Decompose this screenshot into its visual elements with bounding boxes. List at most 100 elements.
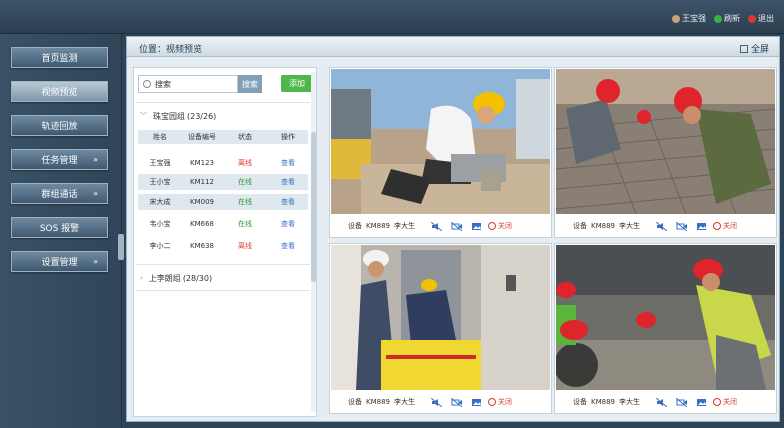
video-toolbar: 设备 KM889 李大生 关闭 (555, 215, 776, 237)
cell-id: KM638 (190, 242, 214, 250)
search-input[interactable]: 搜索 (138, 75, 238, 93)
image-icon[interactable] (696, 398, 707, 407)
divider (136, 264, 310, 265)
device-id: KM889 (366, 222, 390, 230)
nav-item-sos-alarm[interactable]: SOS 报警 (11, 217, 108, 238)
scrollbar[interactable] (311, 72, 316, 412)
view-link[interactable]: 查看 (268, 241, 308, 251)
table-row[interactable]: 宋大成 KM009 在线 查看 (138, 194, 308, 210)
device-label: 设备 (573, 398, 587, 406)
view-link[interactable]: 查看 (268, 197, 308, 207)
camera-off-icon[interactable] (451, 397, 462, 407)
nav-item-home-monitor[interactable]: 首页监测 (11, 47, 108, 68)
refresh-button[interactable]: 刷新 (714, 13, 740, 24)
search-icon (143, 80, 151, 88)
table-row[interactable]: 王宝强 KM123 离线 查看 (138, 155, 308, 171)
top-bar: 王宝强 刷新 退出 (0, 0, 784, 34)
video-toolbar: 设备 KM889 李大生 关闭 (330, 215, 551, 237)
group-header-zhubaoyuan[interactable]: ﹀ 珠宝园组 (23/26) (136, 108, 310, 124)
power-icon (488, 398, 496, 406)
table-row[interactable]: 李小二 KM638 离线 查看 (138, 238, 308, 254)
chevron-down-icon: » (93, 155, 98, 164)
nav-item-label: 视频预览 (41, 88, 78, 98)
chevron-right-icon: › (140, 274, 143, 282)
sidebar-collapse-handle[interactable] (118, 234, 124, 260)
image-icon[interactable] (471, 222, 482, 231)
status-badge: 在线 (238, 178, 252, 186)
video-toolbar: 设备 KM889 李大生 关闭 (330, 391, 551, 413)
divider (136, 290, 310, 291)
group-count: (28/30) (182, 273, 213, 283)
mute-icon[interactable] (656, 221, 667, 231)
main-content: 位置：视频预览 全屏 搜索 搜索 添加 ﹀ 珠宝园组 (23/26) 姓名 设备… (126, 36, 780, 422)
camera-off-icon[interactable] (676, 221, 687, 231)
nav-item-video-preview[interactable]: 视频预览 (11, 81, 108, 102)
fullscreen-button[interactable]: 全屏 (739, 42, 769, 55)
breadcrumb-bar: 位置：视频预览 全屏 (127, 37, 779, 57)
group-name: 上李朗组 (148, 273, 181, 283)
nav-item-label: 群组通话 (41, 190, 78, 200)
power-icon (713, 398, 721, 406)
chevron-down-icon: ﹀ (140, 112, 147, 120)
close-video-button[interactable]: 关闭 (488, 397, 512, 407)
close-label: 关闭 (498, 398, 512, 406)
close-video-button[interactable]: 关闭 (488, 221, 512, 231)
nav-item-label: SOS 报警 (39, 224, 80, 234)
status-badge: 在线 (238, 198, 252, 206)
fullscreen-icon (739, 44, 748, 53)
view-link[interactable]: 查看 (268, 219, 308, 229)
close-video-button[interactable]: 关闭 (713, 221, 737, 231)
close-video-button[interactable]: 关闭 (713, 397, 737, 407)
nav-item-settings[interactable]: 设置管理 » (11, 251, 108, 272)
power-icon (748, 14, 756, 23)
col-header-status: 状态 (238, 133, 252, 141)
camera-off-icon[interactable] (451, 221, 462, 231)
user-area: 王宝强 刷新 退出 (672, 13, 774, 24)
video-feed[interactable] (556, 69, 775, 214)
view-link[interactable]: 查看 (268, 158, 308, 168)
nav-item-task-management[interactable]: 任务管理 » (11, 149, 108, 170)
sidebar: 首页监测 视频预览 轨迹回放 任务管理 » 群组通话 » SOS 报警 设置管理 » (0, 34, 124, 428)
nav-item-label: 首页监测 (41, 54, 78, 64)
cell-name: 韦小宝 (149, 220, 171, 228)
camera-off-icon[interactable] (676, 397, 687, 407)
device-id: KM889 (366, 398, 390, 406)
cell-name: 王宝强 (149, 159, 171, 167)
image-icon[interactable] (696, 222, 707, 231)
nav-item-group-call[interactable]: 群组通话 » (11, 183, 108, 204)
device-label: 设备 (348, 398, 362, 406)
device-label: 设备 (573, 222, 587, 230)
device-id: KM889 (591, 398, 615, 406)
video-cell: 设备 KM889 李大生 关闭 (554, 67, 777, 238)
table-header: 姓名 设备编号 状态 操作 (138, 130, 308, 144)
cell-name: 宋大成 (149, 198, 171, 206)
group-header-shangliland[interactable]: › 上李朗组 (28/30) (136, 270, 310, 286)
cell-id: KM009 (190, 198, 214, 206)
add-button[interactable]: 添加 (281, 75, 313, 92)
video-feed[interactable] (556, 245, 775, 390)
user-menu[interactable]: 王宝强 (672, 13, 706, 24)
nav-item-label: 任务管理 (41, 156, 78, 166)
col-header-id: 设备编号 (188, 133, 216, 141)
video-feed[interactable] (331, 69, 550, 214)
mute-icon[interactable] (431, 397, 442, 407)
table-row[interactable]: 韦小宝 KM668 在线 查看 (138, 216, 308, 232)
table-row[interactable]: 王小宝 KM112 在线 查看 (138, 174, 308, 190)
cell-id: KM668 (190, 220, 214, 228)
nav-item-track-playback[interactable]: 轨迹回放 (11, 115, 108, 136)
logout-button[interactable]: 退出 (748, 13, 774, 24)
view-link[interactable]: 查看 (268, 177, 308, 187)
nav-item-label: 轨迹回放 (41, 122, 78, 132)
close-label: 关闭 (723, 222, 737, 230)
mute-icon[interactable] (431, 221, 442, 231)
search-button[interactable]: 搜索 (238, 75, 262, 93)
mute-icon[interactable] (656, 397, 667, 407)
person-name: 李大生 (619, 222, 640, 230)
scrollbar-thumb[interactable] (311, 132, 316, 282)
video-feed[interactable] (331, 245, 550, 390)
video-cell: 设备 KM889 李大生 关闭 (329, 67, 552, 238)
image-icon[interactable] (471, 398, 482, 407)
cell-name: 李小二 (149, 242, 171, 250)
search-placeholder: 搜索 (155, 80, 171, 89)
video-cell: 设备 KM889 李大生 关闭 (554, 243, 777, 414)
